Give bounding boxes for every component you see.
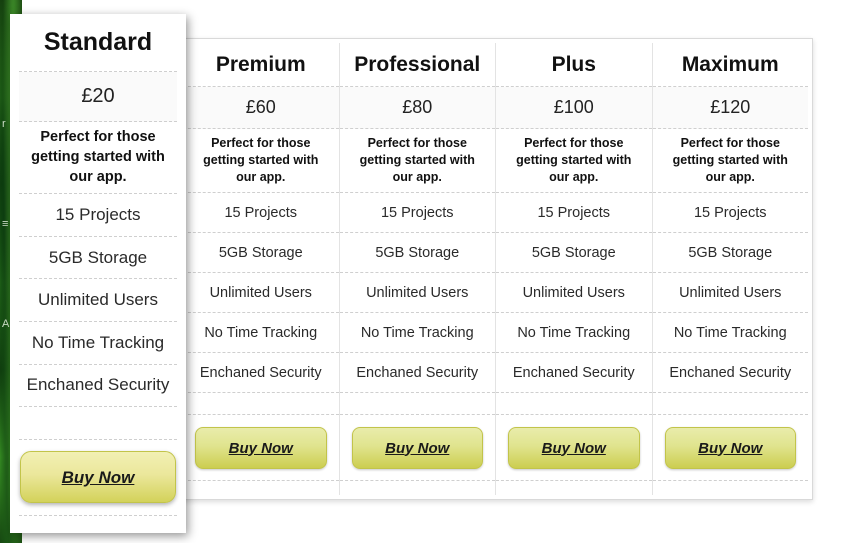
plan-feature: No Time Tracking bbox=[339, 313, 495, 353]
plan-feature: 15 Projects bbox=[339, 193, 495, 233]
plan-price: £80 bbox=[339, 87, 495, 129]
plan-price: £120 bbox=[652, 87, 808, 129]
plan-feature: Enchaned Security bbox=[183, 353, 339, 393]
plan-description: Perfect for those getting started with o… bbox=[496, 129, 652, 193]
background-text-fragment: ≡ bbox=[2, 218, 9, 230]
buy-now-button[interactable]: Buy Now bbox=[195, 426, 327, 469]
background-text-fragment: r bbox=[2, 118, 6, 130]
pricing-page: r ≡ A Premium £60 Perfect for those getting … bbox=[0, 0, 851, 543]
buy-now-cell: Buy Now bbox=[339, 415, 495, 481]
plan-feature: 5GB Storage bbox=[183, 233, 339, 273]
buy-now-button[interactable]: Buy Now bbox=[508, 426, 640, 469]
plan-feature: No Time Tracking bbox=[496, 313, 652, 353]
plan-description: Perfect for those getting started with o… bbox=[19, 122, 177, 195]
plan-feature: Enchaned Security bbox=[19, 365, 177, 408]
buy-now-button[interactable]: Buy Now bbox=[351, 426, 483, 469]
plan-spacer bbox=[183, 393, 339, 415]
buy-now-cell: Buy Now bbox=[496, 415, 652, 481]
pricing-column: Maximum £120 Perfect for those getting sta… bbox=[652, 43, 808, 495]
buy-now-cell: Buy Now bbox=[183, 415, 339, 481]
plan-price: £100 bbox=[496, 87, 652, 129]
plan-feature: 15 Projects bbox=[19, 194, 177, 237]
plan-feature: No Time Tracking bbox=[652, 313, 808, 353]
pricing-column-highlighted[interactable]: Standard £20 Perfect for those getting sta… bbox=[10, 14, 186, 533]
buy-now-button[interactable]: Buy Now bbox=[664, 426, 796, 469]
plan-price: £20 bbox=[19, 72, 177, 123]
plan-spacer bbox=[19, 407, 177, 441]
background-text-fragment: A bbox=[2, 318, 10, 330]
plan-feature: 15 Projects bbox=[183, 193, 339, 233]
buy-now-cell: Buy Now bbox=[19, 440, 177, 516]
plan-name: Plus bbox=[496, 43, 652, 87]
plan-description: Perfect for those getting started with o… bbox=[339, 129, 495, 193]
buy-now-button[interactable]: Buy Now bbox=[20, 451, 176, 504]
pricing-column: Plus £100 Perfect for those getting starte… bbox=[496, 43, 653, 495]
plan-footer-spacer bbox=[19, 516, 177, 533]
plan-feature: 5GB Storage bbox=[496, 233, 652, 273]
plan-feature: Unlimited Users bbox=[652, 273, 808, 313]
plan-feature: 15 Projects bbox=[496, 193, 652, 233]
pricing-column: Premium £60 Perfect for those getting star… bbox=[183, 43, 340, 495]
plan-feature: 15 Projects bbox=[652, 193, 808, 233]
buy-now-cell: Buy Now bbox=[652, 415, 808, 481]
plan-spacer bbox=[652, 393, 808, 415]
plan-feature: Enchaned Security bbox=[339, 353, 495, 393]
pricing-column: Professional £80 Perfect for those getting… bbox=[339, 43, 496, 495]
plan-feature: No Time Tracking bbox=[183, 313, 339, 353]
plan-spacer bbox=[339, 393, 495, 415]
plan-feature: 5GB Storage bbox=[339, 233, 495, 273]
plan-name: Premium bbox=[183, 43, 339, 87]
plan-description: Perfect for those getting started with o… bbox=[652, 129, 808, 193]
plan-name: Professional bbox=[339, 43, 495, 87]
plan-feature: Unlimited Users bbox=[496, 273, 652, 313]
plan-feature: 5GB Storage bbox=[19, 237, 177, 280]
plan-feature: Enchaned Security bbox=[496, 353, 652, 393]
plan-name: Standard bbox=[19, 14, 177, 73]
pricing-table: Premium £60 Perfect for those getting star… bbox=[178, 38, 813, 500]
plan-spacer bbox=[496, 393, 652, 415]
plan-feature: Unlimited Users bbox=[339, 273, 495, 313]
plan-price: £60 bbox=[183, 87, 339, 129]
plan-name: Maximum bbox=[652, 43, 808, 87]
plan-feature: Unlimited Users bbox=[183, 273, 339, 313]
plan-feature: No Time Tracking bbox=[19, 322, 177, 365]
plan-description: Perfect for those getting started with o… bbox=[183, 129, 339, 193]
plan-feature: Unlimited Users bbox=[19, 279, 177, 322]
plan-feature: 5GB Storage bbox=[652, 233, 808, 273]
plan-feature: Enchaned Security bbox=[652, 353, 808, 393]
pricing-table-columns: Premium £60 Perfect for those getting star… bbox=[183, 43, 808, 495]
